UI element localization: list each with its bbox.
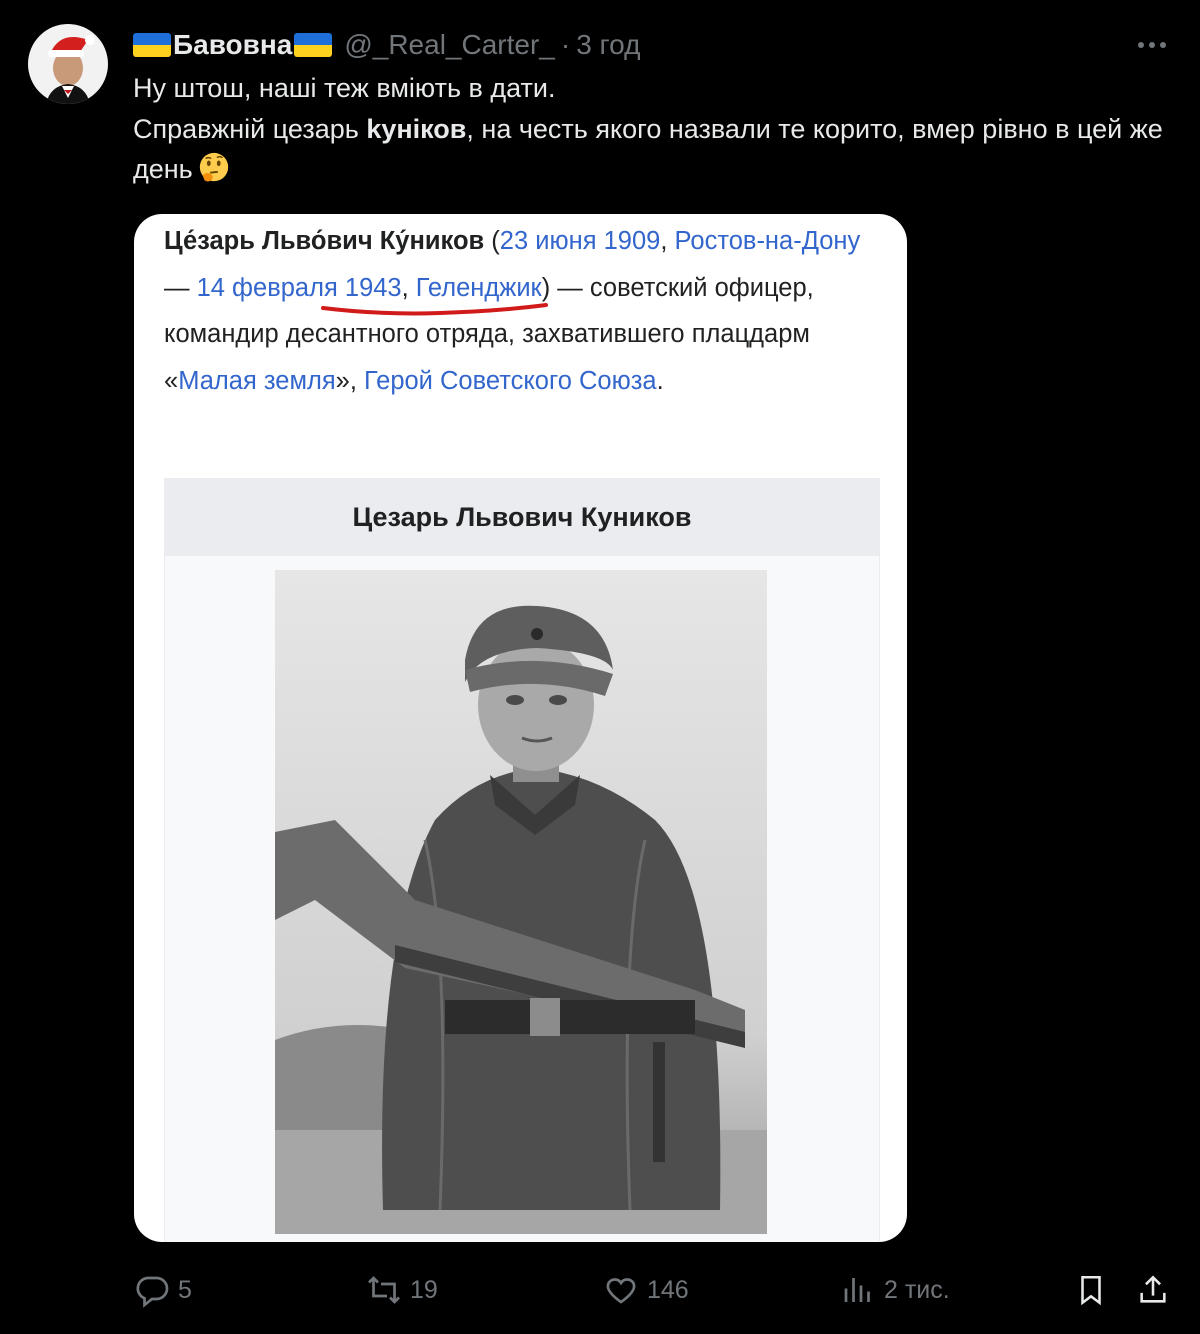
wiki-link-death-date: 14 февраля 1943 (196, 273, 402, 302)
media-image[interactable]: Це́зарь Льво́вич Ку́ников (23 июня 1909,… (134, 214, 907, 1242)
retweet-icon (368, 1276, 400, 1304)
tweet-text: Ну штош, наші теж вміють в дати. Справжн… (133, 68, 1183, 190)
like-count: 146 (647, 1275, 689, 1304)
views-count: 2 тис. (884, 1275, 950, 1304)
bookmark-button[interactable] (1074, 1268, 1108, 1312)
retweet-count: 19 (410, 1275, 438, 1304)
share-button[interactable] (1136, 1268, 1170, 1312)
ukraine-flag-icon (294, 33, 333, 57)
timestamp[interactable]: 3 год (576, 29, 640, 61)
avatar-image (28, 24, 108, 104)
avatar[interactable] (28, 24, 108, 104)
separator-dot: · (560, 29, 571, 60)
views-button[interactable]: 2 тис. (840, 1268, 950, 1312)
infobox-title: Цезарь Львович Куников (165, 478, 879, 556)
portrait-photo (275, 570, 767, 1234)
views-chart-icon (844, 1278, 870, 1302)
more-dots-icon (1138, 42, 1166, 48)
reply-icon (136, 1276, 169, 1308)
bold-name: kуніков (366, 113, 467, 144)
tweet-header: Бавовна @_Real_Carter_ · 3 год (133, 26, 640, 64)
tweet-line-1: Ну штош, наші теж вміють в дати. (133, 73, 556, 103)
like-button[interactable]: 146 (603, 1268, 689, 1312)
wiki-person-name: Це́зарь Льво́вич Ку́ников (164, 227, 485, 255)
ukraine-flag-icon (133, 33, 171, 57)
wiki-link-birth-date: 23 июня 1909 (499, 227, 661, 255)
reply-count: 5 (178, 1275, 192, 1304)
heart-icon (606, 1278, 636, 1304)
thinking-face-icon (199, 152, 228, 182)
more-options-button[interactable] (1130, 26, 1174, 64)
wiki-link-birth-place: Ростов-на-Дону (674, 227, 861, 255)
display-name[interactable]: Бавовна (173, 29, 292, 61)
wiki-link-hero: Герой Советского Союза (364, 366, 657, 395)
share-icon (1140, 1275, 1166, 1303)
wiki-infobox: Цезарь Львович Куников (164, 478, 880, 1242)
tweet-line-2: Справжній цезарь kуніков, на честь якого… (133, 113, 1163, 185)
reply-button[interactable]: 5 (134, 1268, 192, 1312)
user-handle[interactable]: @_Real_Carter_ (344, 29, 555, 61)
red-underline-mark (321, 303, 548, 316)
bookmark-icon (1081, 1275, 1101, 1306)
retweet-button[interactable]: 19 (366, 1268, 438, 1312)
wiki-link-death-place: Геленджик (415, 273, 542, 302)
wiki-link-malaya-zemlya: Малая земля (178, 366, 336, 395)
portrait-illustration (275, 570, 767, 1234)
